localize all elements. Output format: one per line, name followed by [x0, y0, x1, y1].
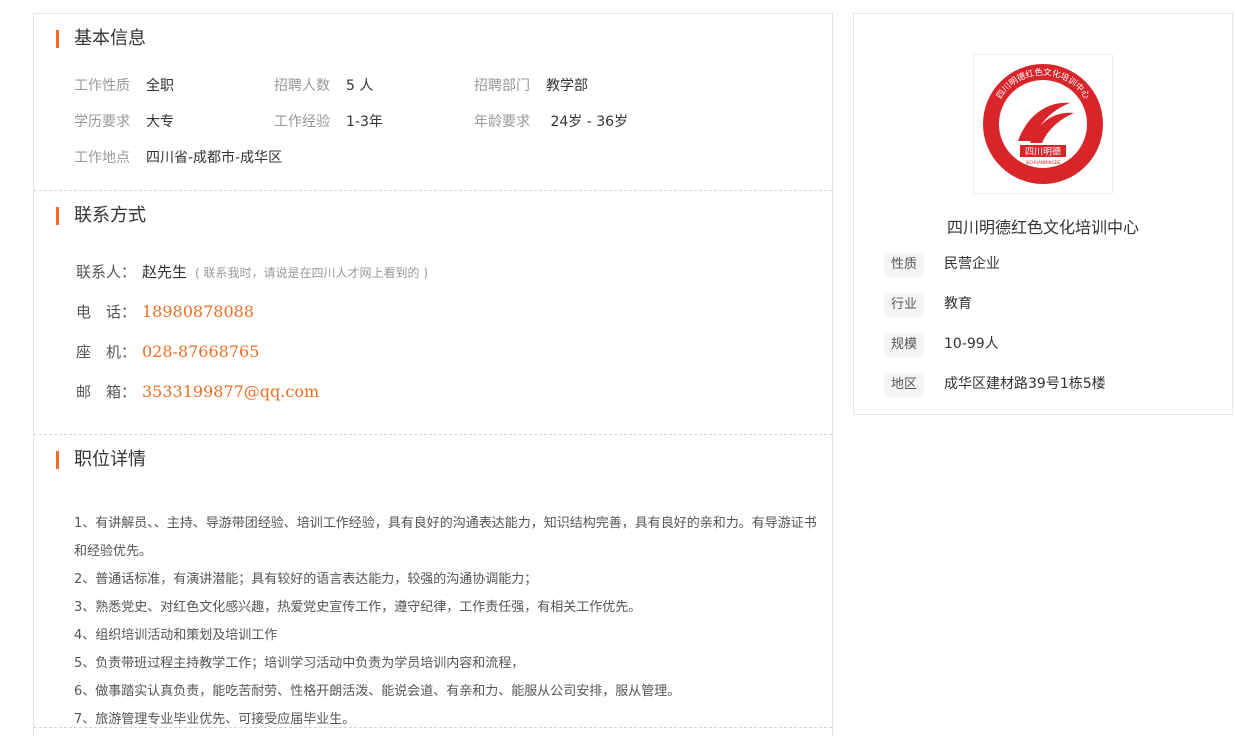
- contact-landline-line: 座 机： 028-87668765: [76, 341, 259, 363]
- company-size-row: 规模 10-99人: [884, 332, 999, 357]
- info-item-job-type: 工作性质 全职: [74, 76, 174, 96]
- contact-hint: ( 联系我时，请说是在四川人才网上看到的 ): [195, 266, 429, 280]
- company-value: 教育: [944, 296, 972, 312]
- contact-person-name: 赵先生: [142, 263, 188, 281]
- info-item-experience: 工作经验 1-3年: [274, 112, 383, 132]
- info-label: 工作性质: [74, 78, 130, 94]
- job-detail-section: 职位详情 1、有讲解员、、主持、导游带团经验、培训工作经验，具有良好的沟通表达能…: [34, 435, 832, 728]
- contact-phone-line: 电 话： 18980878088: [76, 301, 254, 323]
- info-value: 大专: [146, 114, 174, 130]
- info-item-headcount: 招聘人数 5 人: [274, 76, 373, 96]
- company-tag: 地区: [884, 373, 924, 397]
- info-item-department: 招聘部门 教学部: [474, 76, 588, 96]
- info-item-education: 学历要求 大专: [74, 112, 174, 132]
- company-industry-row: 行业 教育: [884, 292, 972, 317]
- info-label: 年龄要求: [474, 114, 530, 130]
- info-label: 招聘部门: [474, 78, 530, 94]
- info-label: 学历要求: [74, 114, 130, 130]
- company-tag: 性质: [884, 253, 924, 277]
- contact-section: 联系方式 联系人： 赵先生 ( 联系我时，请说是在四川人才网上看到的 ) 电 话： 1…: [34, 191, 832, 435]
- info-value: 四川省-成都市-成华区: [146, 150, 283, 166]
- company-value: 民营企业: [944, 256, 1000, 272]
- job-detail-title: 职位详情: [56, 449, 146, 471]
- info-label: 工作经验: [274, 114, 330, 130]
- company-value: 10-99人: [944, 336, 999, 352]
- detail-line: 7、旅游管理专业毕业优先、可接受应届毕业生。: [74, 712, 356, 727]
- basic-info-section: 基本信息 工作性质 全职 招聘人数 5 人 招聘部门 教学部 学历要求 大专 工作经验 1…: [34, 14, 832, 191]
- info-label: 招聘人数: [274, 78, 330, 94]
- detail-line: 1、有讲解员、、主持、导游带团经验、培训工作经验，具有良好的沟通表达能力，知识结…: [74, 516, 817, 559]
- company-card: 四川明德 SICHUANMINGDE 四川明德红色文化培训中心 四川明德红色文化…: [853, 13, 1233, 415]
- phone-label: 电 话：: [76, 303, 137, 321]
- detail-line: 3、熟悉党史、对红色文化感兴趣，热爱党史宣传工作，遵守纪律，工作责任强，有相关工…: [74, 600, 642, 615]
- detail-line: 2、普通话标准，有演讲潜能；具有较好的语言表达能力，较强的沟通协调能力；: [74, 572, 538, 587]
- job-detail-body: 1、有讲解员、、主持、导游带团经验、培训工作经验，具有良好的沟通表达能力，知识结…: [74, 510, 829, 734]
- contact-title: 联系方式: [56, 205, 146, 227]
- info-value: 全职: [146, 78, 174, 94]
- info-value: 1-3年: [346, 114, 383, 130]
- contact-person-label: 联系人：: [76, 263, 137, 281]
- company-tag: 行业: [884, 293, 924, 317]
- info-label: 工作地点: [74, 150, 130, 166]
- info-value: 24岁 - 36岁: [546, 114, 629, 130]
- detail-line: 6、做事踏实认真负责，能吃苦耐劳、性格开朗活泼、能说会道、有亲和力、能服从公司安…: [74, 684, 681, 699]
- email-label: 邮 箱：: [76, 383, 137, 401]
- landline-number[interactable]: 028-87668765: [142, 342, 259, 361]
- company-nature-row: 性质 民营企业: [884, 252, 1000, 277]
- info-value: 教学部: [546, 78, 588, 94]
- company-tag: 规模: [884, 333, 924, 357]
- company-logo-icon: 四川明德 SICHUANMINGDE 四川明德红色文化培训中心: [983, 64, 1103, 184]
- email-address[interactable]: 3533199877@qq.com: [142, 382, 319, 401]
- detail-line: 5、负责带班过程主持教学工作；培训学习活动中负责为学员培训内容和流程，: [74, 656, 525, 671]
- landline-label: 座 机：: [76, 343, 137, 361]
- detail-line: 4、组织培训活动和策划及培训工作: [74, 628, 278, 643]
- company-area-row: 地区 成华区建材路39号1栋5楼: [884, 372, 1106, 397]
- info-item-location: 工作地点 四川省-成都市-成华区: [74, 148, 282, 168]
- contact-email-line: 邮 箱： 3533199877@qq.com: [76, 381, 319, 403]
- contact-person-line: 联系人： 赵先生 ( 联系我时，请说是在四川人才网上看到的 ): [76, 261, 428, 284]
- job-main-card: 基本信息 工作性质 全职 招聘人数 5 人 招聘部门 教学部 学历要求 大专 工作经验 1…: [33, 13, 833, 736]
- company-name[interactable]: 四川明德红色文化培训中心: [854, 214, 1232, 238]
- svg-text:SICHUANMINGDE: SICHUANMINGDE: [1026, 160, 1061, 165]
- info-item-age: 年龄要求 24岁 - 36岁: [474, 112, 628, 132]
- svg-text:四川明德: 四川明德: [1025, 146, 1061, 158]
- info-value: 5 人: [346, 78, 374, 94]
- basic-info-title: 基本信息: [56, 28, 146, 50]
- company-logo[interactable]: 四川明德 SICHUANMINGDE 四川明德红色文化培训中心: [973, 54, 1113, 194]
- company-value: 成华区建材路39号1栋5楼: [944, 376, 1106, 392]
- phone-number[interactable]: 18980878088: [142, 302, 254, 321]
